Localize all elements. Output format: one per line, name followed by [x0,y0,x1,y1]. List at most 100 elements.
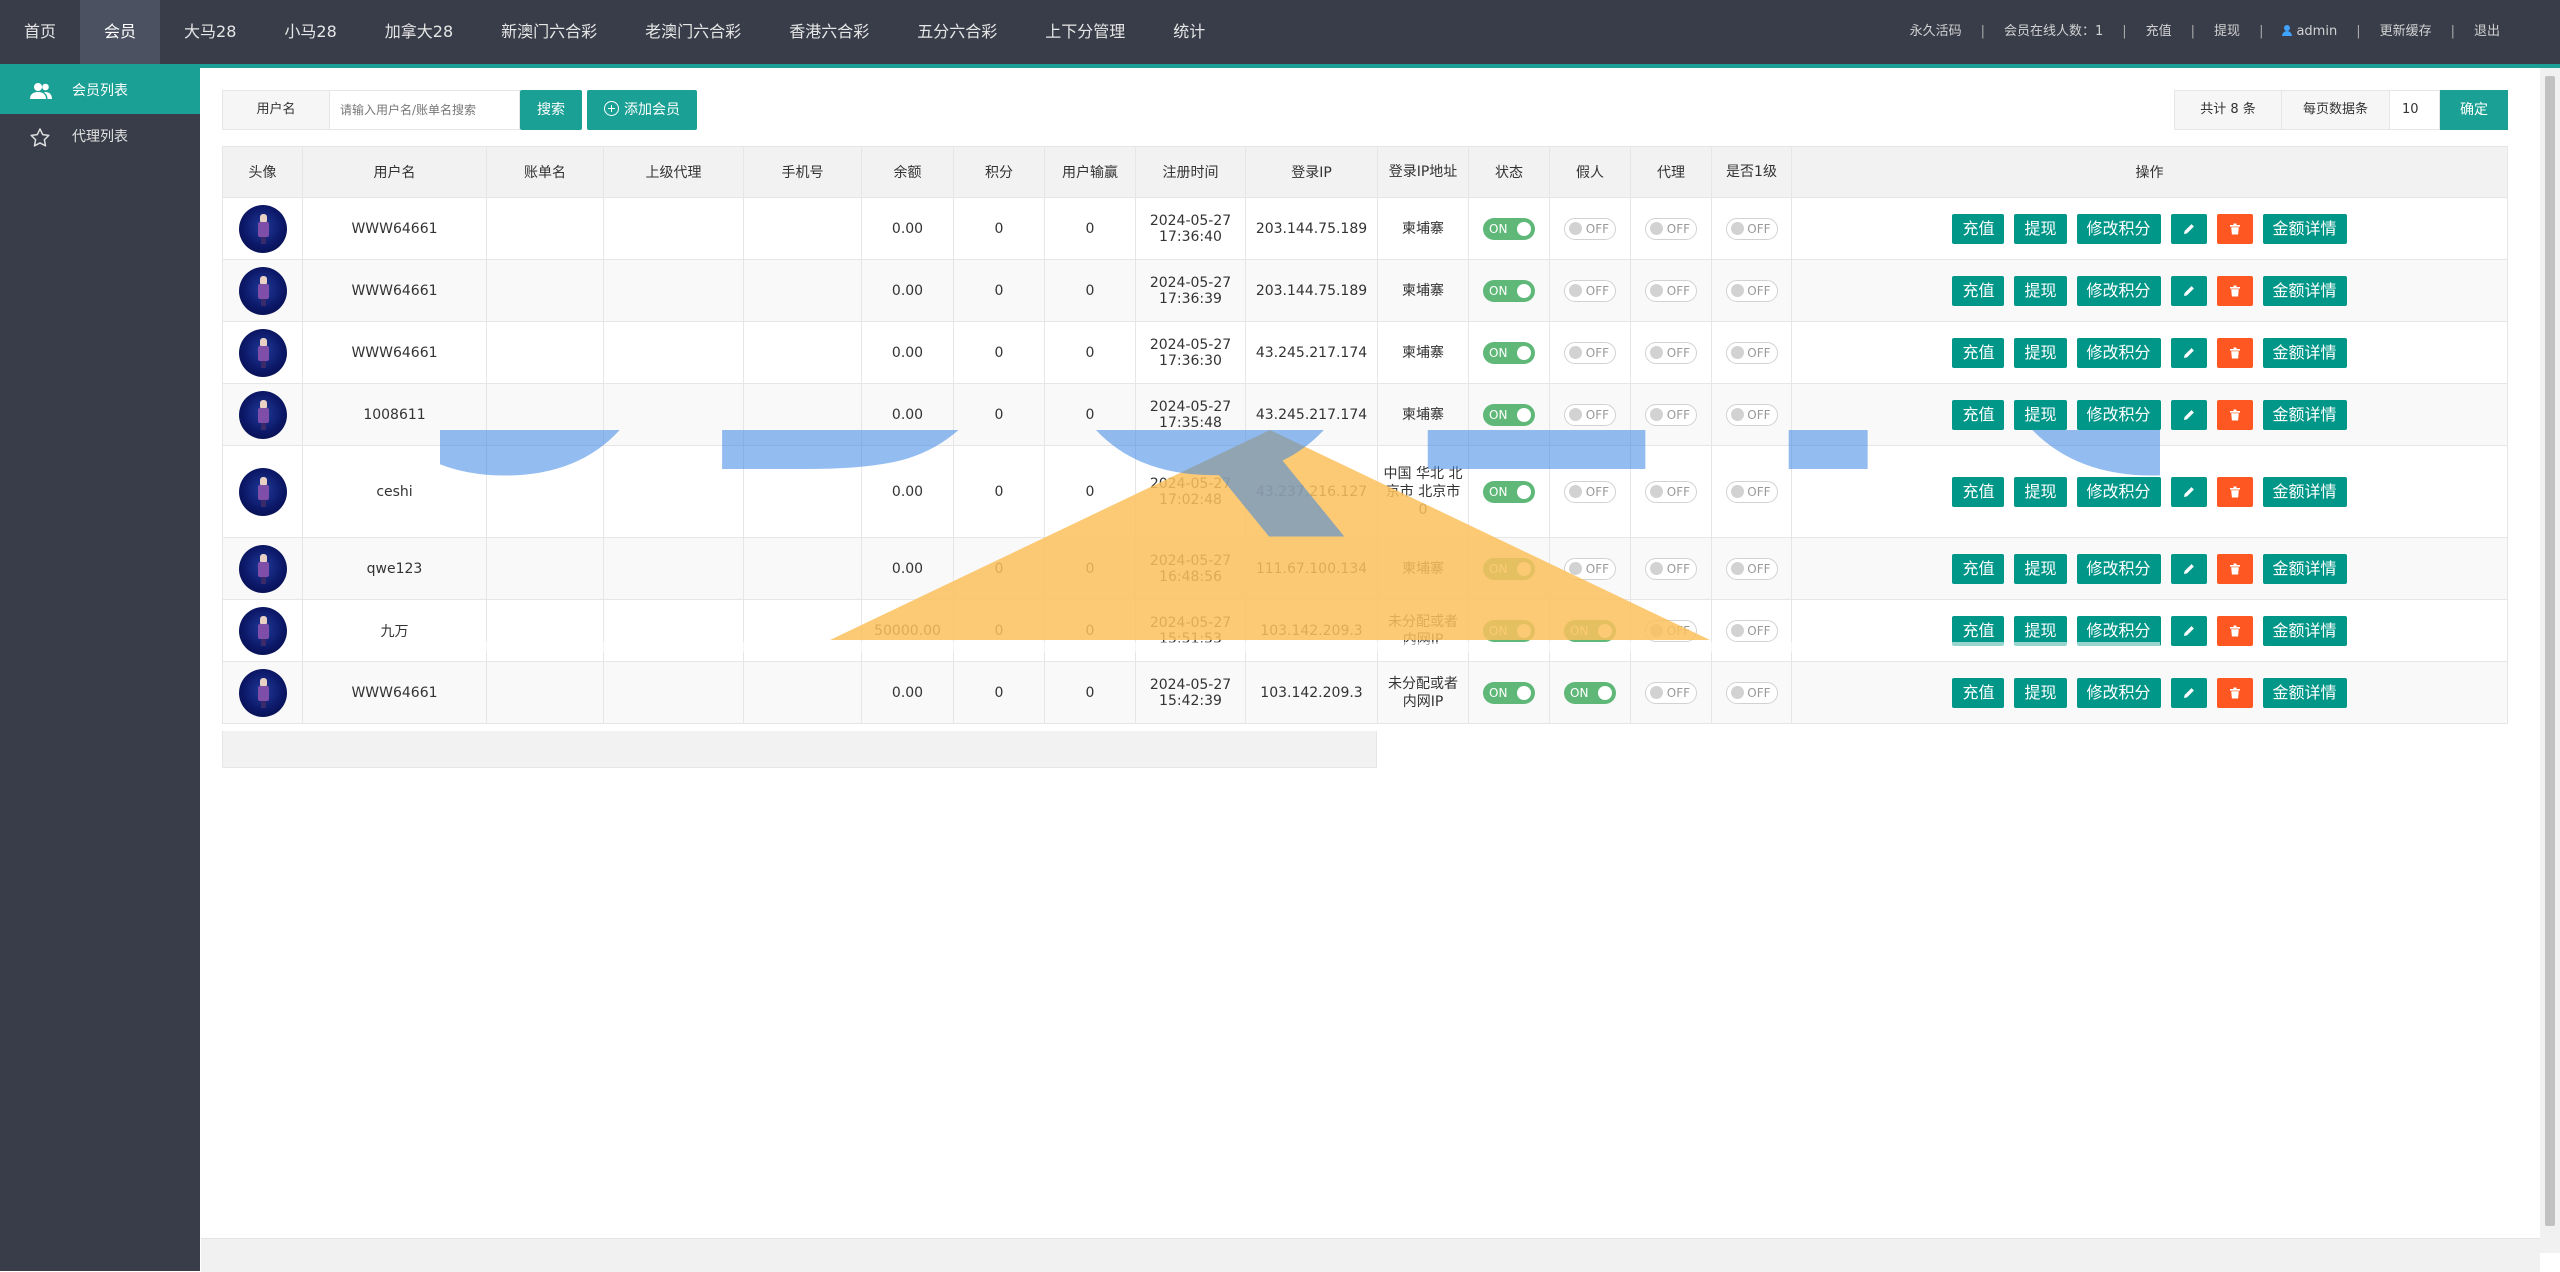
edit-button[interactable] [2170,553,2207,584]
proxy-toggle[interactable]: OFF [1645,403,1697,426]
horizontal-scrollbar[interactable] [201,1238,2540,1272]
search-input[interactable]: 请输入用户名/账单名搜索 [330,90,520,130]
withdraw-button[interactable]: 提现 [2014,476,2067,507]
scrollbar-thumb[interactable] [2545,76,2555,1226]
amount-detail-button[interactable]: 金额详情 [2262,476,2347,507]
withdraw-button[interactable]: 提现 [2014,677,2067,708]
edit-button[interactable] [2170,399,2207,430]
amount-detail-button[interactable]: 金额详情 [2262,337,2347,368]
proxy-toggle[interactable]: OFF [1645,619,1697,642]
add-member-button[interactable]: 添加会员 [587,90,697,130]
level1-toggle[interactable]: OFF [1725,217,1778,240]
nav-item[interactable]: 老澳门六合彩 [621,0,765,64]
edit-points-button[interactable]: 修改积分 [2076,399,2161,430]
amount-detail-button[interactable]: 金额详情 [2262,275,2347,306]
recharge-button[interactable]: 充值 [1952,337,2005,368]
edit-button[interactable] [2170,213,2207,244]
status-toggle[interactable]: ON [1483,217,1535,240]
recharge-button[interactable]: 充值 [1952,615,2005,646]
edit-points-button[interactable]: 修改积分 [2076,213,2161,244]
withdraw-button[interactable]: 提现 [2014,553,2067,584]
level1-toggle[interactable]: OFF [1725,403,1778,426]
level1-toggle[interactable]: OFF [1725,619,1778,642]
search-button[interactable]: 搜索 [520,90,582,130]
nav-item[interactable]: 上下分管理 [1021,0,1149,64]
amount-detail-button[interactable]: 金额详情 [2262,677,2347,708]
status-toggle[interactable]: ON [1483,403,1535,426]
status-toggle[interactable]: ON [1483,279,1535,302]
nav-item[interactable]: 香港六合彩 [765,0,893,64]
amount-detail-button[interactable]: 金额详情 [2262,213,2347,244]
recharge-button[interactable]: 充值 [1952,553,2005,584]
edit-points-button[interactable]: 修改积分 [2076,677,2161,708]
edit-button[interactable] [2170,337,2207,368]
edit-points-button[interactable]: 修改积分 [2076,615,2161,646]
edit-button[interactable] [2170,476,2207,507]
level1-toggle[interactable]: OFF [1725,341,1778,364]
edit-button[interactable] [2170,677,2207,708]
edit-points-button[interactable]: 修改积分 [2076,553,2161,584]
withdraw-button[interactable]: 提现 [2014,399,2067,430]
fake-toggle[interactable]: ON [1564,619,1616,642]
amount-detail-button[interactable]: 金额详情 [2262,399,2347,430]
fake-toggle[interactable]: ON [1564,681,1616,704]
nav-item[interactable]: 首页 [0,0,80,64]
delete-button[interactable] [2216,615,2253,646]
level1-toggle[interactable]: OFF [1725,557,1778,580]
status-toggle[interactable]: ON [1483,480,1535,503]
nav-item[interactable]: 小马28 [260,0,360,64]
level1-toggle[interactable]: OFF [1725,681,1778,704]
nav-item[interactable]: 大马28 [160,0,260,64]
proxy-toggle[interactable]: OFF [1645,480,1697,503]
delete-button[interactable] [2216,213,2253,244]
fake-toggle[interactable]: OFF [1564,480,1616,503]
level1-toggle[interactable]: OFF [1725,279,1778,302]
recharge-button[interactable]: 充值 [1952,275,2005,306]
fake-toggle[interactable]: OFF [1564,341,1616,364]
per-page-input[interactable]: 10 [2390,90,2440,130]
fake-toggle[interactable]: OFF [1564,403,1616,426]
delete-button[interactable] [2216,337,2253,368]
level1-toggle[interactable]: OFF [1725,480,1778,503]
delete-button[interactable] [2216,399,2253,430]
status-toggle[interactable]: ON [1483,557,1535,580]
status-toggle[interactable]: ON [1483,619,1535,642]
edit-points-button[interactable]: 修改积分 [2076,337,2161,368]
proxy-toggle[interactable]: OFF [1645,217,1697,240]
recharge-button[interactable]: 充值 [1952,476,2005,507]
proxy-toggle[interactable]: OFF [1645,681,1697,704]
delete-button[interactable] [2216,476,2253,507]
proxy-toggle[interactable]: OFF [1645,279,1697,302]
nav-item[interactable]: 会员 [80,0,161,64]
proxy-toggle[interactable]: OFF [1645,341,1697,364]
vertical-scrollbar[interactable] [2540,68,2560,1253]
nav-item[interactable]: 统计 [1149,0,1229,64]
nav-item[interactable]: 加拿大28 [361,0,477,64]
withdraw-button[interactable]: 提现 [2014,615,2067,646]
edit-points-button[interactable]: 修改积分 [2076,476,2161,507]
recharge-button[interactable]: 充值 [1952,213,2005,244]
delete-button[interactable] [2216,553,2253,584]
status-toggle[interactable]: ON [1483,341,1535,364]
amount-detail-button[interactable]: 金额详情 [2262,553,2347,584]
delete-button[interactable] [2216,677,2253,708]
sidebar-item-member-list[interactable]: 会员列表 [0,68,200,114]
fake-toggle[interactable]: OFF [1564,557,1616,580]
status-toggle[interactable]: ON [1483,681,1535,704]
amount-detail-button[interactable]: 金额详情 [2262,615,2347,646]
withdraw-button[interactable]: 提现 [2014,213,2067,244]
edit-points-button[interactable]: 修改积分 [2076,275,2161,306]
recharge-button[interactable]: 充值 [1952,399,2005,430]
withdraw-button[interactable]: 提现 [2014,337,2067,368]
nav-item[interactable]: 新澳门六合彩 [477,0,621,64]
withdraw-button[interactable]: 提现 [2014,275,2067,306]
delete-button[interactable] [2216,275,2253,306]
proxy-toggle[interactable]: OFF [1645,557,1697,580]
nav-item[interactable]: 五分六合彩 [893,0,1021,64]
edit-button[interactable] [2170,275,2207,306]
fake-toggle[interactable]: OFF [1564,217,1616,240]
recharge-button[interactable]: 充值 [1952,677,2005,708]
edit-button[interactable] [2170,615,2207,646]
fake-toggle[interactable]: OFF [1564,279,1616,302]
confirm-button[interactable]: 确定 [2440,90,2508,130]
